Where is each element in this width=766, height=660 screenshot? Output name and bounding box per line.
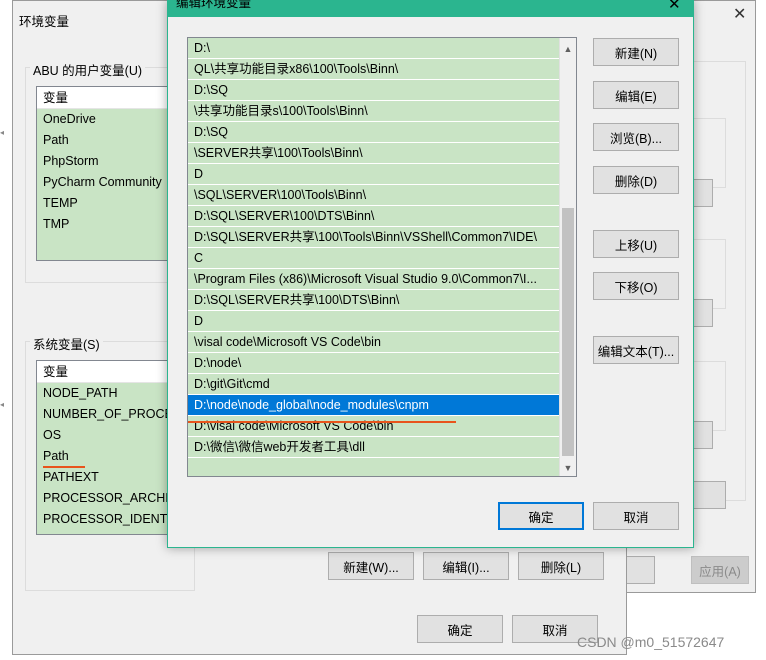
scroll-up-icon[interactable]: ▲ (560, 40, 576, 57)
list-item[interactable]: D:\node\ (188, 353, 576, 374)
path-entries-list[interactable]: D:\ QL\共享功能目录x86\100\Tools\Binn\ D:\SQ \… (187, 37, 577, 477)
user-vars-label: ABU 的用户变量(U) (30, 60, 146, 79)
scroll-down-icon[interactable]: ▼ (560, 459, 576, 476)
sys-vars-label: 系统变量(S) (30, 334, 103, 353)
dialog-ok-button[interactable]: 确定 (498, 502, 584, 530)
path-underline-annotation (43, 466, 85, 468)
browse-button[interactable]: 浏览(B)... (593, 123, 679, 151)
list-item[interactable]: \visal code\Microsoft VS Code\bin (188, 332, 576, 353)
background-field (691, 118, 726, 188)
list-item[interactable]: \SERVER共享\100\Tools\Binn\ (188, 143, 576, 164)
edit-entry-button[interactable]: 编辑(E) (593, 81, 679, 109)
list-item[interactable]: D:\SQL\SERVER共享\100\Tools\Binn\VSShell\C… (188, 227, 576, 248)
delete-entry-button[interactable]: 删除(D) (593, 166, 679, 194)
edge-marker-icon: ◂ (0, 128, 5, 137)
scroll-thumb[interactable] (562, 208, 574, 456)
sys-edit-button[interactable]: 编辑(I)... (423, 552, 509, 580)
list-item[interactable]: \共享功能目录s\100\Tools\Binn\ (188, 101, 576, 122)
edit-text-button[interactable]: 编辑文本(T)... (593, 336, 679, 364)
close-icon[interactable]: ✕ (668, 0, 681, 13)
list-scrollbar[interactable]: ▲ ▼ (559, 38, 576, 476)
sys-delete-button[interactable]: 删除(L) (518, 552, 604, 580)
list-item[interactable]: D:\ (188, 38, 576, 59)
dialog-cancel-button[interactable]: 取消 (593, 502, 679, 530)
edge-marker-icon: ◂ (0, 400, 5, 409)
close-icon[interactable]: ✕ (733, 4, 746, 24)
watermark: CSDN @m0_51572647 (577, 634, 725, 650)
env-ok-button[interactable]: 确定 (417, 615, 503, 643)
list-item[interactable]: D:\git\Git\cmd (188, 374, 576, 395)
list-item[interactable]: D:\visal code\Microsoft VS Code\bin (188, 416, 576, 437)
list-item[interactable]: QL\共享功能目录x86\100\Tools\Binn\ (188, 59, 576, 80)
list-item[interactable]: D:\SQ (188, 122, 576, 143)
list-item[interactable]: \Program Files (x86)\Microsoft Visual St… (188, 269, 576, 290)
new-entry-button[interactable]: 新建(N) (593, 38, 679, 66)
list-item[interactable]: D:\SQL\SERVER\100\DTS\Binn\ (188, 206, 576, 227)
list-item[interactable]: D:\SQ (188, 80, 576, 101)
selected-underline-annotation (188, 421, 456, 423)
dialog-title: 编辑环境变量 (176, 0, 252, 10)
window-title: 环境变量 (19, 15, 70, 29)
list-item[interactable]: \SQL\SERVER\100\Tools\Binn\ (188, 185, 576, 206)
list-item[interactable]: C (188, 248, 576, 269)
list-item[interactable]: D (188, 311, 576, 332)
move-up-button[interactable]: 上移(U) (593, 230, 679, 258)
move-down-button[interactable]: 下移(O) (593, 272, 679, 300)
list-item-selected[interactable]: D:\node\node_global\node_modules\cnpm (188, 395, 576, 416)
apply-button[interactable]: 应用(A) (691, 556, 749, 584)
list-item[interactable]: D:\SQL\SERVER共享\100\DTS\Binn\ (188, 290, 576, 311)
list-item[interactable]: D (188, 164, 576, 185)
list-item[interactable]: D:\微信\微信web开发者工具\dll (188, 437, 576, 458)
sys-new-button[interactable]: 新建(W)... (328, 552, 414, 580)
dialog-titlebar: 编辑环境变量 ✕ (168, 0, 693, 17)
